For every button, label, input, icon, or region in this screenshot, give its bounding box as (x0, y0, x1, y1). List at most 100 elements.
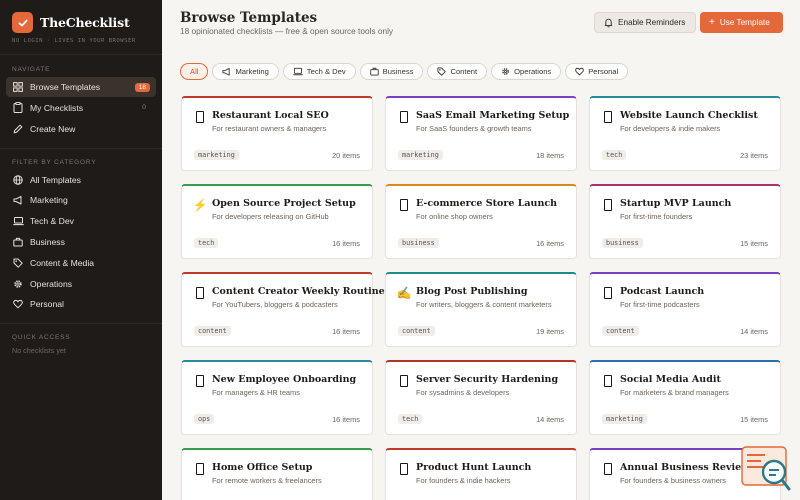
search-help-icon (741, 446, 791, 491)
sidebar-item-label: Content & Media (30, 257, 95, 268)
gear-icon (501, 67, 510, 76)
card-description: For managers & HR teams (212, 388, 300, 397)
filter-heading: FILTER BY CATEGORY (12, 158, 97, 166)
grid-icon (12, 81, 24, 93)
sidebar-divider (0, 54, 162, 55)
template-card[interactable]: New Employee Onboarding For managers & HR… (181, 360, 373, 435)
item-count: 16 items (332, 239, 360, 248)
card-title: Restaurant Local SEO (212, 110, 329, 121)
card-description: For restaurant owners & managers (212, 124, 327, 133)
sidebar-item-label: My Checklists (30, 102, 84, 113)
template-card[interactable]: Content Creator Weekly Routine For YouTub… (181, 272, 385, 347)
item-count: 16 items (536, 239, 564, 248)
template-card[interactable]: Startup MVP Launch For first-time founder… (589, 184, 781, 259)
filter-chip-all[interactable]: All (180, 63, 209, 80)
filter-chip-label: Tech & Dev (306, 67, 346, 76)
filter-chip-operations[interactable]: Operations (491, 63, 562, 80)
item-count: 19 items (536, 327, 564, 336)
heart-icon (12, 298, 24, 310)
use-template-label: Use Template (719, 18, 770, 27)
template-card[interactable]: Home Office Setup For remote workers & fr… (181, 448, 373, 500)
card-title: Home Office Setup (212, 462, 313, 473)
category-tag: content (398, 326, 435, 336)
filter-chip-personal[interactable]: Personal (565, 63, 629, 80)
filter-chip-label: Business (382, 67, 414, 76)
checklist-icon (194, 374, 206, 388)
template-card[interactable]: Server Security Hardening For sysadmins &… (385, 360, 577, 435)
sidebar-item-operations[interactable]: Operations (6, 274, 156, 294)
template-card[interactable]: E-commerce Store Launch For online shop o… (385, 184, 577, 259)
sidebar-item-label: Operations (30, 278, 73, 289)
category-tag: ops (194, 414, 215, 424)
checklist-icon (398, 198, 410, 212)
sidebar-item-label: Business (30, 236, 65, 247)
checklist-icon (602, 462, 614, 476)
briefcase-icon (12, 236, 24, 248)
sidebar-item-create-new[interactable]: Create New (6, 119, 156, 139)
help-widget-button[interactable] (741, 446, 791, 492)
template-card[interactable]: Podcast Launch For first-time podcasters c… (589, 272, 781, 347)
template-card[interactable]: ✍ Blog Post Publishing For writers, blogge… (385, 272, 577, 347)
sidebar-item-personal[interactable]: Personal (6, 294, 156, 314)
card-description: For remote workers & freelancers (212, 476, 322, 485)
globe-icon (12, 174, 24, 186)
template-card[interactable]: Product Hunt Launch For founders & indie … (385, 448, 577, 500)
card-title: Website Launch Checklist (620, 110, 758, 121)
card-title: Server Security Hardening (416, 374, 559, 385)
template-card[interactable]: Website Launch Checklist For developers &… (589, 96, 781, 171)
card-description: For founders & indie hackers (416, 476, 511, 485)
card-title: Annual Business Review (620, 462, 750, 473)
sidebar-item-business[interactable]: Business (6, 232, 156, 252)
sidebar-item-tech-dev[interactable]: Tech & Dev (6, 211, 156, 231)
filter-chip-label: Operations (514, 67, 552, 76)
sidebar-item-my-checklists[interactable]: My Checklists 0 (6, 98, 156, 118)
card-description: For first-time founders (620, 212, 693, 221)
page-title: Browse Templates (180, 10, 318, 26)
sidebar-item-browse-templates[interactable]: Browse Templates 18 (6, 77, 156, 97)
main-content: Browse Templates 18 opinionated checklis… (162, 0, 800, 500)
checklist-icon (194, 110, 206, 124)
template-card[interactable]: Social Media Audit For marketers & brand … (589, 360, 781, 435)
category-tag: content (194, 326, 231, 336)
category-tag: marketing (398, 150, 443, 160)
filter-chip-marketing[interactable]: Marketing (212, 63, 279, 80)
card-title: New Employee Onboarding (212, 374, 357, 385)
sidebar-item-content-media[interactable]: Content & Media (6, 253, 156, 273)
filter-chip-tech-dev[interactable]: Tech & Dev (282, 63, 356, 80)
category-tag: content (602, 326, 639, 336)
sidebar-item-all-templates[interactable]: All Templates (6, 170, 156, 190)
filter-chip-business[interactable]: Business (359, 63, 424, 80)
sidebar-item-label: Browse Templates (30, 82, 101, 92)
card-description: For first-time podcasters (620, 300, 700, 309)
use-template-button[interactable]: + Use Template (700, 12, 783, 33)
template-card[interactable]: Restaurant Local SEO For restaurant owner… (181, 96, 373, 171)
category-filter-bar: All Marketing Tech & Dev Business Conten… (180, 63, 629, 80)
megaphone-icon (222, 67, 231, 76)
item-count: 15 items (740, 415, 768, 424)
filter-chip-content[interactable]: Content (427, 63, 488, 80)
card-description: For sysadmins & developers (416, 388, 510, 397)
category-tag: tech (602, 150, 627, 160)
category-tag: marketing (602, 414, 647, 424)
brand-tagline: NO LOGIN · LIVES IN YOUR BROWSER (12, 38, 136, 44)
template-card[interactable]: ⚡ Open Source Project Setup For developers… (181, 184, 373, 259)
enable-reminders-button[interactable]: Enable Reminders (594, 12, 696, 33)
card-description: For marketers & brand managers (620, 388, 729, 397)
checklist-icon (398, 374, 410, 388)
sidebar-item-marketing[interactable]: Marketing (6, 190, 156, 210)
template-grid: Restaurant Local SEO For restaurant owner… (181, 96, 783, 500)
item-count: 23 items (740, 151, 768, 160)
brand[interactable]: TheChecklist (0, 0, 162, 33)
card-title: Blog Post Publishing (416, 286, 528, 297)
card-title: Content Creator Weekly Routine (212, 286, 385, 297)
item-count: 14 items (740, 327, 768, 336)
item-count: 14 items (536, 415, 564, 424)
card-title: SaaS Email Marketing Setup (416, 110, 570, 121)
category-tag: tech (398, 414, 423, 424)
sidebar-divider (0, 323, 162, 325)
checklist-icon (398, 110, 410, 124)
card-title: E-commerce Store Launch (416, 198, 558, 209)
megaphone-icon (12, 194, 24, 206)
page-subtitle: 18 opinionated checklists — free & open … (180, 26, 394, 36)
template-card[interactable]: SaaS Email Marketing Setup For SaaS found… (385, 96, 577, 171)
